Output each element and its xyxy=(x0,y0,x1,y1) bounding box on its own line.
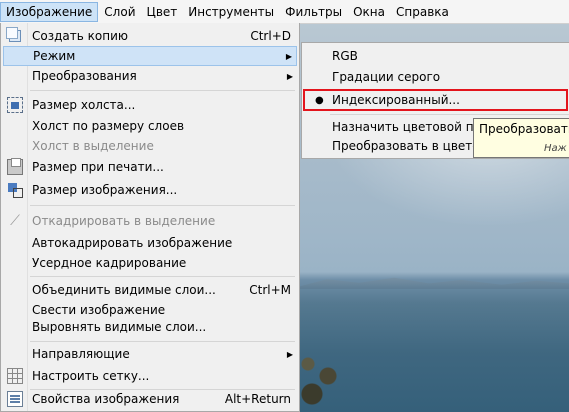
menu-item-label: Автокадрировать изображение xyxy=(32,236,233,250)
menu-tools[interactable]: Инструменты xyxy=(183,2,279,22)
separator xyxy=(30,90,295,91)
submenu-item-grayscale[interactable]: Градации серого xyxy=(304,67,569,87)
menu-item-crop-to-selection[interactable]: ⟋ Откадрировать в выделение xyxy=(3,211,297,231)
shortcut: Alt+Return xyxy=(224,392,291,406)
menu-item-label: Свойства изображения xyxy=(32,392,180,406)
menu-item-transform[interactable]: Преобразования ▶ xyxy=(3,66,297,86)
menu-item-duplicate[interactable]: Создать копию Ctrl+D xyxy=(3,26,297,46)
crop-icon: ⟋ xyxy=(10,213,20,229)
menu-item-label: Преобразования xyxy=(32,69,137,83)
menu-item-guides[interactable]: Направляющие ▶ xyxy=(3,344,297,364)
copy-icon xyxy=(6,27,21,42)
menu-item-label: Холст по размеру слоев xyxy=(32,119,185,133)
distant-coast xyxy=(300,277,569,289)
separator xyxy=(330,114,569,115)
tooltip-text: Преобразовать и xyxy=(479,122,569,136)
menu-item-label: Настроить сетку... xyxy=(32,369,150,383)
menu-layer[interactable]: Слой xyxy=(99,2,140,22)
menu-help[interactable]: Справка xyxy=(391,2,454,22)
canvas-size-icon xyxy=(7,97,23,113)
menu-item-label: Откадрировать в выделение xyxy=(32,214,216,228)
submenu-item-label: Градации серого xyxy=(332,70,441,84)
menubar: Изображение Слой Цвет Инструменты Фильтр… xyxy=(0,0,569,24)
menu-item-scale-image[interactable]: Размер изображения... xyxy=(3,180,297,200)
menu-item-print-size[interactable]: Размер при печати... xyxy=(3,157,297,177)
submenu-item-label: RGB xyxy=(332,49,358,63)
menu-windows[interactable]: Окна xyxy=(348,2,390,22)
tooltip-hint: Наж xyxy=(544,143,567,154)
menu-item-label: Размер изображения... xyxy=(32,183,178,197)
menu-item-align-visible[interactable]: Выровнять видимые слои... xyxy=(3,317,297,337)
grid-icon xyxy=(7,368,23,384)
menu-item-label: Направляющие xyxy=(32,347,130,361)
menu-item-configure-grid[interactable]: Настроить сетку... xyxy=(3,366,297,386)
submenu-arrow-icon: ▶ xyxy=(286,349,293,359)
foreground-rocks xyxy=(300,352,340,412)
menu-item-mode[interactable]: Режим ▶ xyxy=(3,46,297,66)
submenu-arrow-icon: ▶ xyxy=(285,51,292,61)
highlight-annotation-box xyxy=(303,89,568,111)
menu-item-image-properties[interactable]: Свойства изображения Alt+Return xyxy=(3,389,297,409)
menu-item-label: Усердное кадрирование xyxy=(32,256,187,270)
properties-icon xyxy=(7,391,23,407)
menu-item-label: Создать копию xyxy=(32,29,128,43)
image-menu: Создать копию Ctrl+D Режим ▶ Преобразова… xyxy=(0,23,300,412)
menu-item-label: Холст в выделение xyxy=(32,139,154,153)
menu-item-canvas-size[interactable]: Размер холста... xyxy=(3,95,297,115)
menu-item-label: Выровнять видимые слои... xyxy=(32,320,207,334)
menu-item-label: Свести изображение xyxy=(32,303,166,317)
separator xyxy=(30,205,295,206)
menu-image[interactable]: Изображение xyxy=(0,1,99,22)
separator xyxy=(30,341,295,342)
menu-item-merge-visible[interactable]: Объединить видимые слои... Ctrl+M xyxy=(3,280,297,300)
menu-filters[interactable]: Фильтры xyxy=(280,2,347,22)
scale-image-icon xyxy=(7,182,23,198)
submenu-item-rgb[interactable]: RGB xyxy=(304,46,569,66)
menu-item-fit-canvas-layers[interactable]: Холст по размеру слоев xyxy=(3,116,297,136)
menu-item-zealous-crop[interactable]: Усердное кадрирование xyxy=(3,253,297,273)
menu-item-label: Режим xyxy=(33,49,76,63)
shortcut: Ctrl+M xyxy=(249,283,291,297)
shortcut: Ctrl+D xyxy=(250,29,291,43)
menu-item-label: Размер холста... xyxy=(32,98,136,112)
separator xyxy=(30,276,295,277)
submenu-arrow-icon: ▶ xyxy=(286,71,293,81)
print-size-icon xyxy=(7,158,23,175)
menu-color[interactable]: Цвет xyxy=(142,2,183,22)
tooltip: Преобразовать и Наж xyxy=(473,118,569,158)
menu-item-label: Размер при печати... xyxy=(32,160,164,174)
menu-item-label: Объединить видимые слои... xyxy=(32,283,216,297)
menu-item-autocrop[interactable]: Автокадрировать изображение xyxy=(3,233,297,253)
menu-item-fit-canvas-selection[interactable]: Холст в выделение xyxy=(3,136,297,156)
